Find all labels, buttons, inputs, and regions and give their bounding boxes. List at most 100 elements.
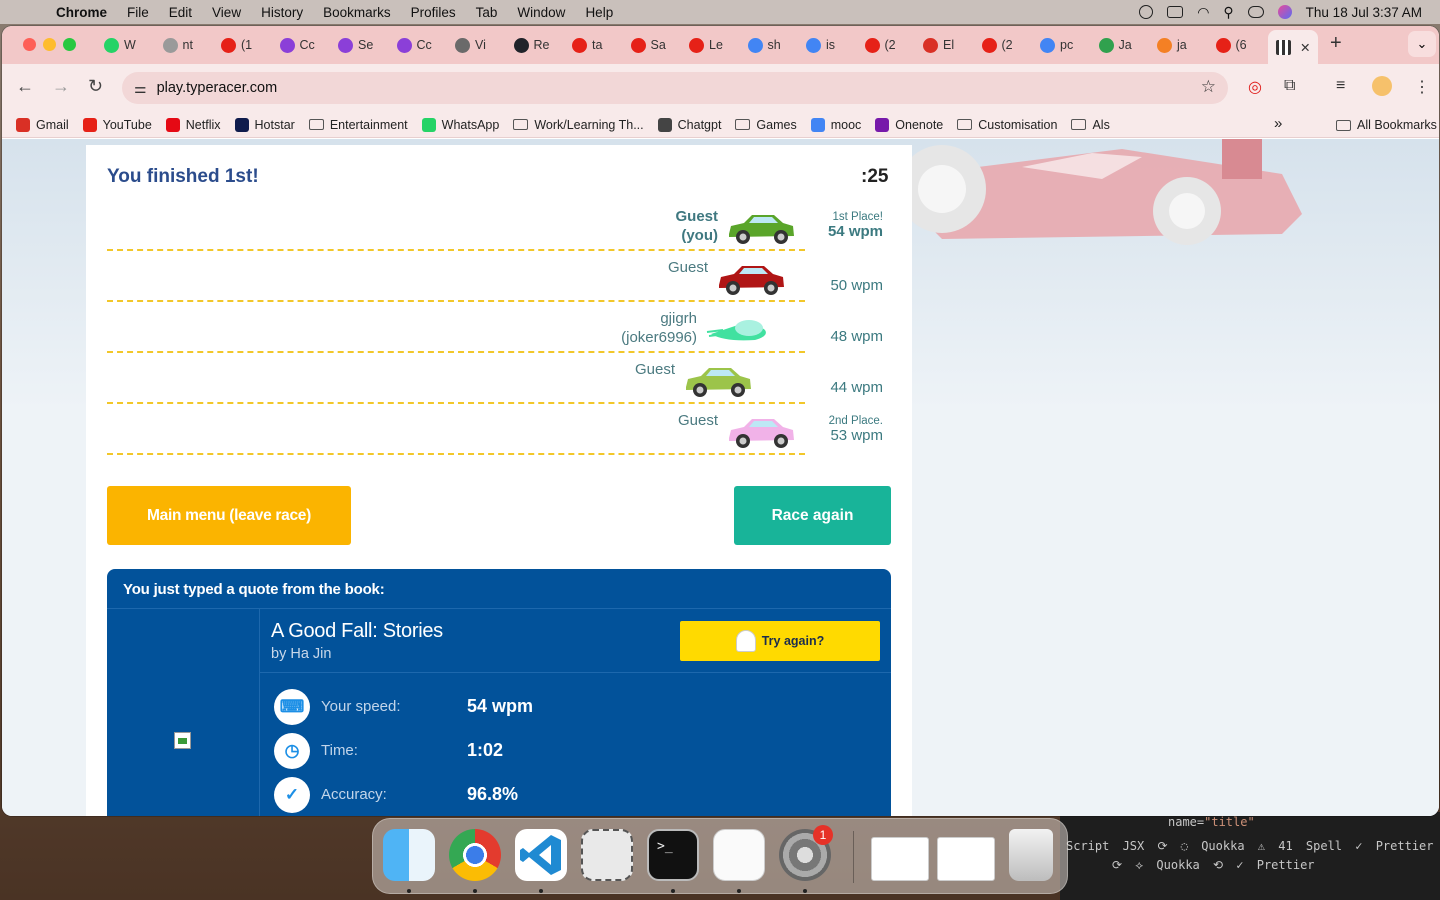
more-bookmarks-button[interactable]: » — [1274, 115, 1282, 132]
site-settings-icon[interactable]: ⚌ — [134, 80, 147, 97]
race-lane: Guest — [107, 251, 805, 302]
browser-tab[interactable]: Vi — [455, 33, 486, 57]
bookmark-item[interactable]: Chatgpt — [657, 117, 721, 132]
stat-label: Your speed: — [321, 698, 401, 715]
terminal-icon[interactable]: >_ — [647, 829, 699, 881]
trash-icon[interactable] — [1009, 829, 1053, 881]
more-menu-icon[interactable]: ⋮ — [1414, 77, 1430, 97]
wpm-value: 48 wpm — [830, 328, 883, 345]
menu-window[interactable]: Window — [507, 5, 575, 20]
stat-row: ◷ Time: 1:02 — [274, 733, 874, 769]
browser-tab[interactable]: pc — [1040, 33, 1073, 57]
finder-icon[interactable] — [383, 829, 435, 881]
minimized-window-thumbnail-2[interactable] — [937, 837, 995, 881]
bookmark-item[interactable]: Als — [1071, 118, 1110, 132]
browser-tab[interactable]: El — [923, 33, 954, 57]
minimize-window-button[interactable] — [43, 38, 56, 51]
address-bar[interactable]: ⚌ ☆ — [122, 72, 1228, 104]
vscode-icon[interactable] — [515, 829, 567, 881]
new-tab-button[interactable]: + — [1330, 32, 1342, 55]
extensions-puzzle-icon[interactable]: ⧉ — [1284, 77, 1295, 95]
stat-value: 54 wpm — [467, 696, 534, 716]
menu-history[interactable]: History — [251, 5, 313, 20]
play-status-icon[interactable] — [1139, 5, 1154, 19]
stat-value: 1:02 — [467, 740, 504, 760]
wifi-icon[interactable]: ◠ — [1197, 4, 1209, 21]
clock[interactable]: Thu 18 Jul 3:37 AM — [1306, 5, 1422, 20]
menu-app-name[interactable]: Chrome — [40, 5, 117, 20]
bookmark-item[interactable]: Games — [735, 117, 797, 132]
tab-label: Cc — [299, 38, 315, 52]
chrome-icon[interactable] — [449, 829, 501, 881]
close-window-button[interactable] — [23, 38, 36, 51]
menu-help[interactable]: Help — [575, 5, 623, 20]
racer-name-line-2: (joker6996) — [621, 329, 697, 346]
bookmark-star-icon[interactable]: ☆ — [1201, 77, 1216, 97]
profile-avatar[interactable] — [1372, 76, 1392, 96]
reload-icon[interactable]: ↻ — [88, 76, 103, 97]
browser-tab[interactable]: ja — [1157, 33, 1187, 57]
menu-tab[interactable]: Tab — [466, 5, 508, 20]
browser-tab[interactable]: is — [806, 33, 835, 57]
book-cover-area — [107, 609, 260, 816]
browser-tab[interactable]: Ja — [1098, 33, 1132, 57]
bookmark-item[interactable]: Customisation — [957, 118, 1057, 132]
minimized-window-thumbnail[interactable] — [871, 837, 929, 881]
bookmark-favicon-icon — [875, 117, 890, 132]
bookmark-item[interactable]: Gmail — [16, 117, 69, 132]
close-tab-icon[interactable]: ✕ — [1300, 40, 1310, 55]
bookmark-item[interactable]: Hotstar — [234, 117, 295, 132]
opera-extension-icon[interactable]: ◎ — [1248, 77, 1262, 97]
bookmark-item[interactable]: WhatsApp — [421, 117, 499, 132]
menu-edit[interactable]: Edit — [159, 5, 202, 20]
bookmark-item[interactable]: Onenote — [875, 117, 943, 132]
bookmark-item[interactable]: YouTube — [82, 117, 152, 132]
browser-tab[interactable]: sh — [747, 33, 781, 57]
race-lane: gjigrh (joker6996) — [107, 302, 805, 353]
main-menu-leave-race-button[interactable]: Main menu (leave race) — [107, 486, 351, 545]
browser-tab[interactable]: ta — [572, 33, 602, 57]
racer-result: 50 wpm — [811, 277, 883, 295]
browser-tab[interactable]: (6 — [1215, 33, 1247, 57]
try-again-button[interactable]: Try again? — [680, 621, 880, 661]
menu-file[interactable]: File — [117, 5, 159, 20]
race-again-button[interactable]: Race again — [734, 486, 891, 545]
browser-tab[interactable]: Re — [513, 33, 549, 57]
bookmark-label: Games — [756, 117, 797, 132]
browser-tab[interactable]: Sa — [630, 33, 666, 57]
menu-view[interactable]: View — [202, 5, 251, 20]
bookmark-item[interactable]: mooc — [810, 117, 861, 132]
spotlight-search-icon[interactable]: ⚲ — [1223, 4, 1233, 21]
battery-icon[interactable] — [1167, 6, 1184, 18]
browser-tab[interactable]: Se — [338, 33, 373, 57]
media-controls-icon[interactable]: ≡ — [1336, 77, 1345, 95]
bookmark-item[interactable]: Entertainment — [308, 118, 408, 132]
back-arrow-icon[interactable]: ← — [16, 76, 34, 97]
url-input[interactable] — [156, 80, 1057, 96]
system-information-icon[interactable] — [713, 829, 765, 881]
browser-tab[interactable]: (1 — [221, 33, 252, 57]
browser-tab[interactable]: W — [104, 33, 136, 57]
browser-tab[interactable]: (2 — [981, 33, 1013, 57]
tab-active-typeracer[interactable]: ✕ — [1268, 30, 1319, 64]
browser-tab[interactable]: (2 — [864, 33, 896, 57]
tab-favicon-icon — [630, 37, 646, 53]
screenshot-icon[interactable] — [581, 829, 633, 881]
forward-arrow-icon[interactable]: → — [52, 76, 70, 97]
book-title[interactable]: A Good Fall: Stories — [271, 620, 443, 643]
maximize-window-button[interactable] — [63, 38, 76, 51]
browser-tab[interactable]: nt — [162, 33, 193, 57]
browser-tab[interactable]: Le — [689, 33, 723, 57]
all-bookmarks-folder[interactable]: All Bookmarks — [1336, 112, 1437, 138]
racer-name-line: Guest — [675, 208, 718, 225]
control-center-icon[interactable] — [1247, 6, 1264, 18]
menu-bookmarks[interactable]: Bookmarks — [313, 5, 401, 20]
tab-search-chevron-icon[interactable]: ⌄ — [1408, 31, 1436, 57]
bookmark-item[interactable]: Work/Learning Th... — [513, 118, 644, 132]
siri-icon[interactable] — [1277, 5, 1292, 19]
bookmark-item[interactable]: Netflix — [165, 117, 221, 132]
bookmark-favicon-icon — [16, 117, 30, 132]
browser-tab[interactable]: Cc — [396, 33, 432, 57]
menu-profiles[interactable]: Profiles — [401, 5, 466, 20]
browser-tab[interactable]: Cc — [279, 33, 315, 57]
